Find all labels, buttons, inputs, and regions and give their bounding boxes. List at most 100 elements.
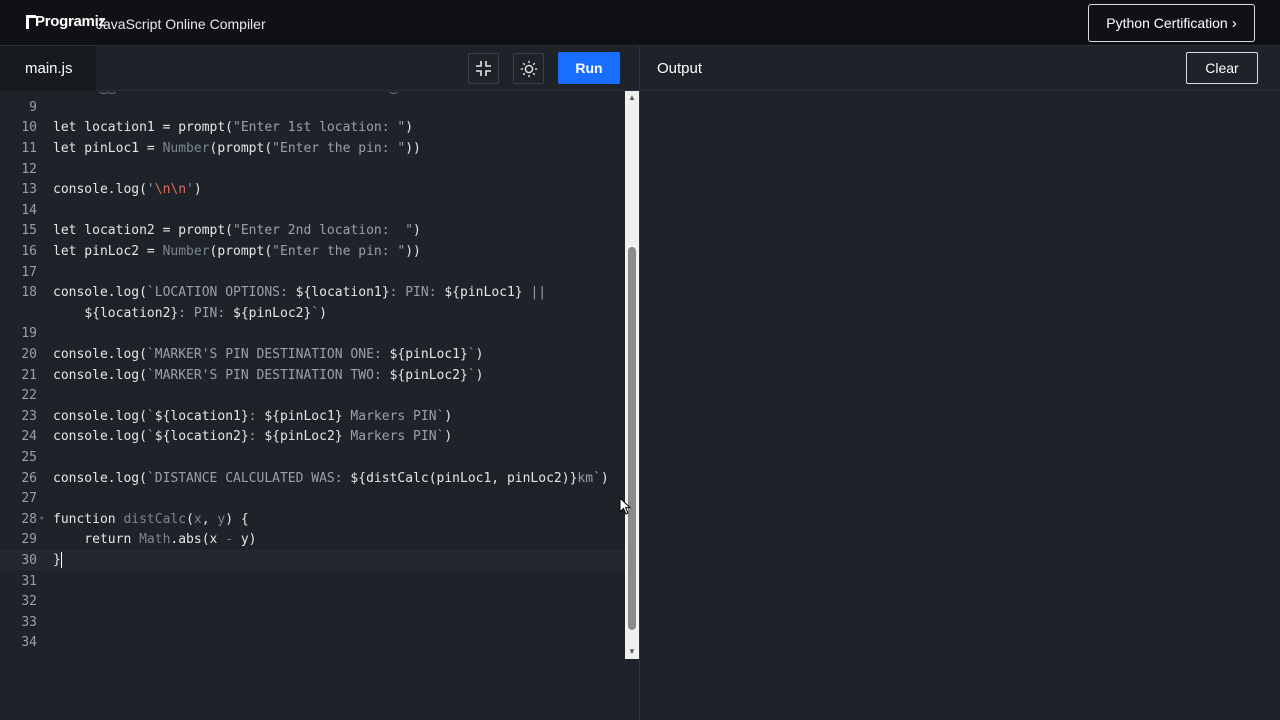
code-line[interactable]: 33 bbox=[0, 612, 625, 633]
code-token: (prompt( bbox=[209, 140, 273, 156]
code-text: console.log(`MARKER'S PIN DESTINATION TW… bbox=[53, 368, 484, 383]
code-line[interactable]: 19 bbox=[0, 324, 625, 345]
code-token: , bbox=[201, 511, 218, 527]
code-text: console.log(`${location1}: ${pinLoc1} Ma… bbox=[53, 409, 452, 424]
code-token: ${pinLoc2} bbox=[389, 367, 468, 383]
code-token: `MARKER'S PIN DESTINATION TWO: bbox=[146, 367, 390, 383]
code-token: "Enter 1st location: " bbox=[233, 120, 406, 136]
code-token: )) bbox=[405, 140, 421, 156]
code-token: console.log( bbox=[53, 470, 147, 486]
code-token: Number bbox=[162, 140, 210, 156]
code-line[interactable]: 12 bbox=[0, 159, 625, 180]
code-token: ${pinLoc1} bbox=[264, 408, 343, 424]
code-line[interactable]: 9 bbox=[0, 97, 625, 118]
code-line[interactable]: 24 console.log(`${location2}: ${pinLoc2} … bbox=[0, 427, 625, 448]
code-token: ` bbox=[311, 305, 320, 321]
code-line[interactable]: 28 ▾ function distCalc(x, y) { bbox=[0, 509, 625, 530]
line-number: 16 bbox=[21, 243, 37, 259]
code-line[interactable]: 17 bbox=[0, 262, 625, 283]
code-text: let location1 = prompt("Enter 1st locati… bbox=[53, 120, 413, 135]
code-line[interactable]: ${location2}: PIN: ${pinLoc2}`) bbox=[0, 303, 625, 324]
code-token: ) bbox=[600, 470, 609, 486]
code-line[interactable]: 31 bbox=[0, 571, 625, 592]
run-button[interactable]: Run bbox=[558, 52, 620, 84]
sun-icon bbox=[520, 60, 537, 77]
code-token: ${location1} bbox=[154, 408, 249, 424]
line-number: 25 bbox=[21, 449, 37, 465]
code-text: } bbox=[53, 552, 62, 569]
fullscreen-exit-icon bbox=[476, 61, 491, 76]
code-token: ` bbox=[467, 346, 476, 362]
code-editor[interactable]: ‿‿ ‿ 9 10 let location1 = prompt("Enter 1s… bbox=[0, 91, 625, 659]
editor-scrollbar[interactable]: ▲ ▼ bbox=[625, 91, 639, 659]
code-token: y) bbox=[233, 532, 257, 548]
code-token: ) bbox=[319, 305, 327, 321]
code-token: distCalc bbox=[123, 511, 187, 527]
code-line[interactable]: 27 bbox=[0, 488, 625, 509]
scroll-down-arrow-icon[interactable]: ▼ bbox=[625, 647, 639, 657]
code-token: ${location2} bbox=[154, 429, 249, 445]
text-cursor bbox=[60, 552, 62, 569]
fold-arrow-icon[interactable]: ▾ bbox=[39, 514, 44, 524]
code-line[interactable]: 20 console.log(`MARKER'S PIN DESTINATION … bbox=[0, 344, 625, 365]
programiz-logo[interactable]: Programiz bbox=[26, 13, 106, 30]
python-certification-button[interactable]: Python Certification › bbox=[1088, 4, 1255, 42]
code-line[interactable]: 22 bbox=[0, 385, 625, 406]
code-line[interactable]: 34 bbox=[0, 633, 625, 654]
line-number: 29 bbox=[21, 532, 37, 548]
code-token: function bbox=[53, 511, 124, 527]
code-line[interactable]: 30} bbox=[0, 550, 625, 571]
code-line[interactable]: 16 let pinLoc2 = Number(prompt("Enter the… bbox=[0, 241, 625, 262]
clear-button[interactable]: Clear bbox=[1186, 52, 1258, 84]
line-number: 17 bbox=[21, 264, 37, 280]
code-line[interactable]: 25 bbox=[0, 447, 625, 468]
output-title: Output bbox=[657, 60, 703, 77]
code-line[interactable]: 26 console.log(`DISTANCE CALCULATED WAS: … bbox=[0, 468, 625, 489]
code-token: Markers PIN` bbox=[342, 429, 445, 445]
line-number: 20 bbox=[21, 346, 37, 362]
code-text: return Math.abs(x - y) bbox=[53, 532, 257, 548]
code-token: ( bbox=[186, 511, 194, 527]
code-line[interactable]: 14 bbox=[0, 200, 625, 221]
code-token: Markers PIN` bbox=[342, 408, 445, 424]
code-token: ` bbox=[467, 367, 476, 383]
code-token: (prompt( bbox=[209, 243, 273, 259]
scroll-up-arrow-icon[interactable]: ▲ bbox=[625, 93, 639, 103]
line-number: 33 bbox=[21, 614, 37, 630]
output-console[interactable] bbox=[640, 91, 1280, 720]
code-line[interactable]: 11 let pinLoc1 = Number(prompt("Enter the… bbox=[0, 138, 625, 159]
code-line[interactable]: 23 console.log(`${location1}: ${pinLoc1} … bbox=[0, 406, 625, 427]
theme-toggle-button[interactable] bbox=[513, 53, 544, 84]
code-token: : bbox=[248, 429, 265, 445]
code-line[interactable]: 15 let location2 = prompt("Enter 2nd loca… bbox=[0, 221, 625, 242]
code-line[interactable]: 21 console.log(`MARKER'S PIN DESTINATION … bbox=[0, 365, 625, 386]
code-token: ) bbox=[405, 120, 414, 136]
fullscreen-exit-button[interactable] bbox=[468, 53, 499, 84]
code-line[interactable]: 32 bbox=[0, 591, 625, 612]
line-number: 22 bbox=[21, 388, 37, 404]
code-token: `MARKER'S PIN DESTINATION ONE: bbox=[146, 346, 390, 362]
code-line[interactable]: 10 let location1 = prompt("Enter 1st loca… bbox=[0, 118, 625, 139]
code-token: ${location1} bbox=[295, 285, 390, 301]
code-line[interactable]: 29 return Math.abs(x - y) bbox=[0, 530, 625, 551]
line-number: 21 bbox=[21, 367, 37, 383]
code-token: console.log( bbox=[53, 285, 147, 301]
top-header: Programiz JavaScript Online Compiler Pyt… bbox=[0, 0, 1280, 46]
code-token: ) bbox=[475, 346, 484, 362]
code-token: } bbox=[53, 552, 61, 568]
code-text: console.log(`DISTANCE CALCULATED WAS: ${… bbox=[53, 471, 609, 486]
code-text: let location2 = prompt("Enter 2nd locati… bbox=[53, 223, 421, 238]
line-number: 14 bbox=[21, 202, 37, 218]
file-tab-main-js[interactable]: main.js bbox=[0, 46, 96, 91]
scrollbar-thumb[interactable] bbox=[628, 247, 636, 630]
line-number: 23 bbox=[21, 408, 37, 424]
code-line[interactable]: 18 console.log(`LOCATION OPTIONS: ${locat… bbox=[0, 282, 625, 303]
code-token: ${pinLoc1} bbox=[444, 285, 523, 301]
app-title: JavaScript Online Compiler bbox=[96, 16, 266, 32]
code-token: - bbox=[225, 532, 234, 548]
code-token: ${pinLoc2} bbox=[264, 429, 343, 445]
code-token: x bbox=[193, 511, 202, 527]
line-number: 9 bbox=[29, 99, 37, 115]
code-line[interactable]: 13 console.log('\n\n') bbox=[0, 179, 625, 200]
output-header: Output Clear bbox=[640, 46, 1280, 91]
